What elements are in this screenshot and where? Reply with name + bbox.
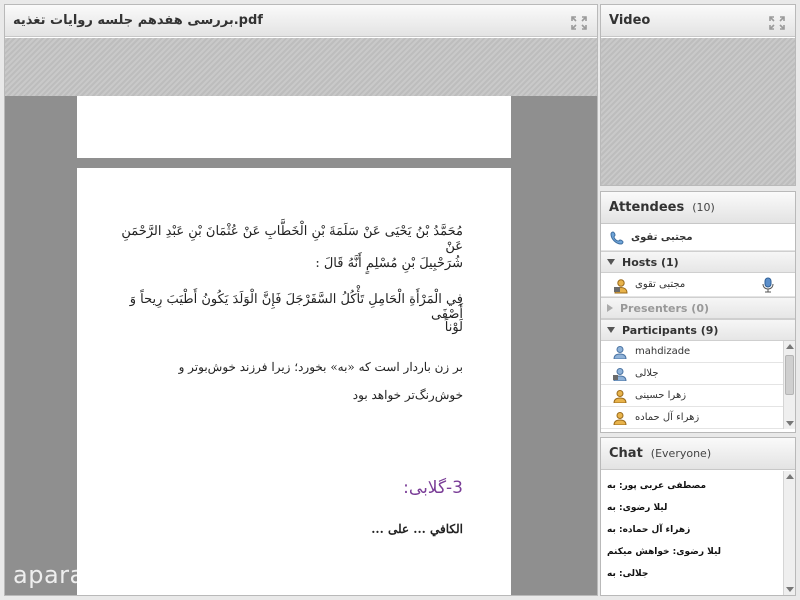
hosts-group[interactable]: Hosts (1): [601, 251, 795, 273]
share-pod: بررسی هفدهم جلسه روایات تغذیه.pdf مُحَمَ…: [4, 4, 598, 596]
document-page-previous: [77, 96, 511, 158]
hosts-label: Hosts (1): [622, 255, 679, 269]
chevron-down-icon: [607, 327, 615, 333]
document-viewer[interactable]: مُحَمَّدُ بْنُ يَحْيَى عَنْ سَلَمَةَ بْن…: [5, 96, 597, 595]
attendees-pod-title: Attendees: [609, 200, 685, 215]
participant-name: جلالی: [635, 368, 659, 379]
chat-message: لیلا رضوی: خواهش میکنم: [607, 547, 722, 557]
maximize-icon[interactable]: [769, 15, 785, 30]
chat-pod: Chat (Everyone) مصطفی عربی پور: به لیلا …: [600, 437, 796, 596]
arabic-line: لَوْناً: [444, 320, 463, 335]
chat-message: جلالی: به: [607, 569, 649, 579]
attendee-count: (10): [692, 201, 715, 214]
participant-row[interactable]: mahdizade: [601, 341, 795, 363]
video-pod-header: Video: [601, 5, 795, 37]
participant-row[interactable]: زهرا حسینی: [601, 385, 795, 407]
attendees-pod-header: Attendees (10): [601, 192, 795, 224]
scroll-down-icon[interactable]: [786, 587, 794, 592]
my-status-row[interactable]: مجتبی تقوی: [601, 225, 795, 251]
participant-name: زهراء آل حماده: [635, 412, 700, 423]
user-icon: [613, 411, 627, 425]
chat-messages: مصطفی عربی پور: به لیلا رضوی: به زهراء آ…: [601, 471, 795, 595]
attendee-list: مجتبی تقوی Hosts (1) مجتبی تقوی Presente…: [601, 225, 795, 432]
presenters-label: Presenters (0): [620, 301, 710, 315]
share-pod-title: بررسی هفدهم جلسه روایات تغذیه.pdf: [13, 13, 263, 28]
video-pod: Video: [600, 4, 796, 186]
arabic-line: مُحَمَّدُ بْنُ يَحْيَى عَنْ سَلَمَةَ بْن…: [121, 224, 463, 254]
participants-group[interactable]: Participants (9): [601, 319, 795, 341]
participant-name: زهرا حسینی: [635, 390, 687, 401]
persian-line: بر زن باردار است که «به» بخورد؛ زيرا فرز…: [178, 360, 463, 374]
chat-scrollbar[interactable]: [783, 471, 795, 595]
scroll-up-icon[interactable]: [786, 474, 794, 479]
share-toolbar-area: [5, 38, 597, 96]
chevron-down-icon: [607, 259, 615, 265]
source-line: الكافي ... على ...: [371, 522, 463, 536]
chat-pod-title: Chat: [609, 446, 643, 461]
host-row[interactable]: مجتبی تقوی: [601, 273, 795, 297]
participant-row[interactable]: زهراء آل حماده: [601, 407, 795, 429]
phone-icon[interactable]: [609, 230, 625, 246]
participants-label: Participants (9): [622, 323, 719, 337]
arabic-line: شُرَحْبِيلَ بْنِ مُسْلِمٍ أَنَّهُ قَالَ …: [315, 256, 463, 271]
user-icon: [613, 367, 627, 381]
chat-message: مصطفی عربی پور: به: [607, 481, 707, 491]
maximize-icon[interactable]: [571, 15, 587, 30]
scroll-up-icon[interactable]: [786, 344, 794, 349]
video-area: [601, 38, 795, 185]
scroll-down-icon[interactable]: [786, 421, 794, 426]
microphone-icon: [761, 277, 775, 296]
presenters-group[interactable]: Presenters (0): [601, 297, 795, 319]
user-icon: [613, 345, 627, 359]
user-icon: [613, 389, 627, 403]
document-page-current: مُحَمَّدُ بْنُ يَحْيَى عَنْ سَلَمَةَ بْن…: [77, 168, 511, 595]
chat-message: زهراء آل حماده: به: [607, 525, 691, 535]
participant-name: mahdizade: [635, 346, 691, 357]
video-pod-title: Video: [609, 13, 651, 28]
chat-pod-header: Chat (Everyone): [601, 438, 795, 470]
persian-line: خوش‌رنگ‌تر خواهد بود: [352, 388, 463, 402]
attendee-scrollbar[interactable]: [783, 341, 795, 429]
watermark: aparat.com/farhadpourkivan: [13, 561, 370, 589]
my-name: مجتبی تقوی: [631, 232, 693, 243]
attendees-pod: Attendees (10) مجتبی تقوی Hosts (1) مجتب…: [600, 191, 796, 433]
section-heading: 3-گلابی:: [403, 478, 463, 498]
chat-message: لیلا رضوی: به: [607, 503, 668, 513]
chat-scope: (Everyone): [650, 447, 712, 460]
share-pod-header: بررسی هفدهم جلسه روایات تغذیه.pdf: [5, 5, 597, 37]
scroll-thumb[interactable]: [785, 355, 794, 395]
arabic-line: فِي الْمَرْأَةِ الْحَامِلِ تَأْكُلُ السَ…: [129, 292, 463, 322]
host-user-icon: [613, 278, 628, 293]
host-name: مجتبی تقوی: [635, 279, 686, 290]
participant-row[interactable]: جلالی: [601, 363, 795, 385]
participant-list: mahdizade جلالی زهرا حسینی زهراء آل حماد…: [601, 341, 795, 429]
chevron-right-icon: [607, 304, 613, 312]
